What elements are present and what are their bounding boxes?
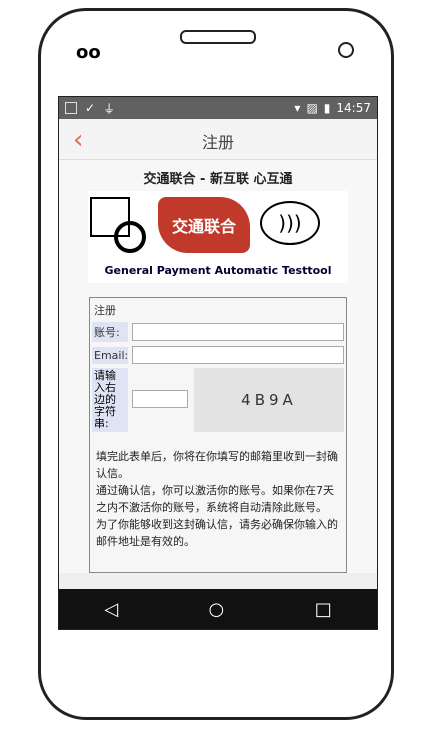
email-input[interactable] <box>132 346 344 364</box>
magnifier-icon <box>114 221 146 253</box>
nfc-payment-icon: ))) <box>260 201 320 245</box>
registration-form: 注册 账号: Email: 请输入右边的字符串: 4B9A 填完此表单后，你将在… <box>89 297 347 573</box>
china-tunion-logo: 交通联合 <box>158 197 250 253</box>
captcha-image[interactable]: 4B9A <box>194 368 344 432</box>
check-icon: ✓ <box>85 101 96 115</box>
note-paragraph-1: 填完此表单后，你将在你填写的邮箱里收到一封确认信。 <box>96 450 338 480</box>
note-paragraph-2: 通过确认信，你可以激活你的账号。如果你在7天之内不激活你的账号，系统将自动清除此… <box>96 484 334 514</box>
android-navbar: ◁ ○ □ <box>59 589 377 629</box>
image-icon <box>65 102 77 114</box>
sensor-dots: oo <box>76 42 101 63</box>
banner-image: 交通联合 ))) General Payment Automatic Testt… <box>88 191 348 283</box>
clock: 14:57 <box>336 101 371 115</box>
slogan: 交通联合 - 新互联 心互通 <box>143 172 293 187</box>
nav-recents-icon[interactable]: □ <box>315 599 332 620</box>
instructions: 填完此表单后，你将在你填写的邮箱里收到一封确认信。 通过确认信，你可以激活你的账… <box>92 436 344 570</box>
account-input[interactable] <box>132 323 344 341</box>
captcha-input[interactable] <box>132 390 188 408</box>
nav-home-icon[interactable]: ○ <box>209 599 225 620</box>
account-label: 账号: <box>92 322 128 342</box>
wifi-icon: ▾ <box>294 101 301 115</box>
nav-back-icon[interactable]: ◁ <box>104 599 118 620</box>
banner-caption: General Payment Automatic Testtool <box>104 264 332 277</box>
front-camera <box>338 42 354 58</box>
screen: ✓ ⏚ ▾ ▨ ▮ 14:57 ‹ 注册 交通联合 - 新互联 心互通 交通联合… <box>58 96 378 630</box>
earpiece <box>180 30 256 44</box>
form-legend: 注册 <box>94 304 116 317</box>
note-paragraph-3: 为了你能够收到这封确认信，请务必确保你输入的邮件地址是有效的。 <box>96 518 338 548</box>
usb-icon: ⏚ <box>103 101 116 116</box>
battery-icon: ▮ <box>323 101 331 115</box>
title-bar: ‹ 注册 <box>59 119 377 160</box>
page-title: 注册 <box>201 133 234 152</box>
status-bar: ✓ ⏚ ▾ ▨ ▮ 14:57 <box>59 97 377 119</box>
captcha-label: 请输入右边的字符串: <box>92 368 128 432</box>
content: 交通联合 - 新互联 心互通 交通联合 ))) General Payment … <box>59 160 377 573</box>
signal-icon: ▨ <box>306 101 318 115</box>
email-label: Email: <box>92 346 129 364</box>
